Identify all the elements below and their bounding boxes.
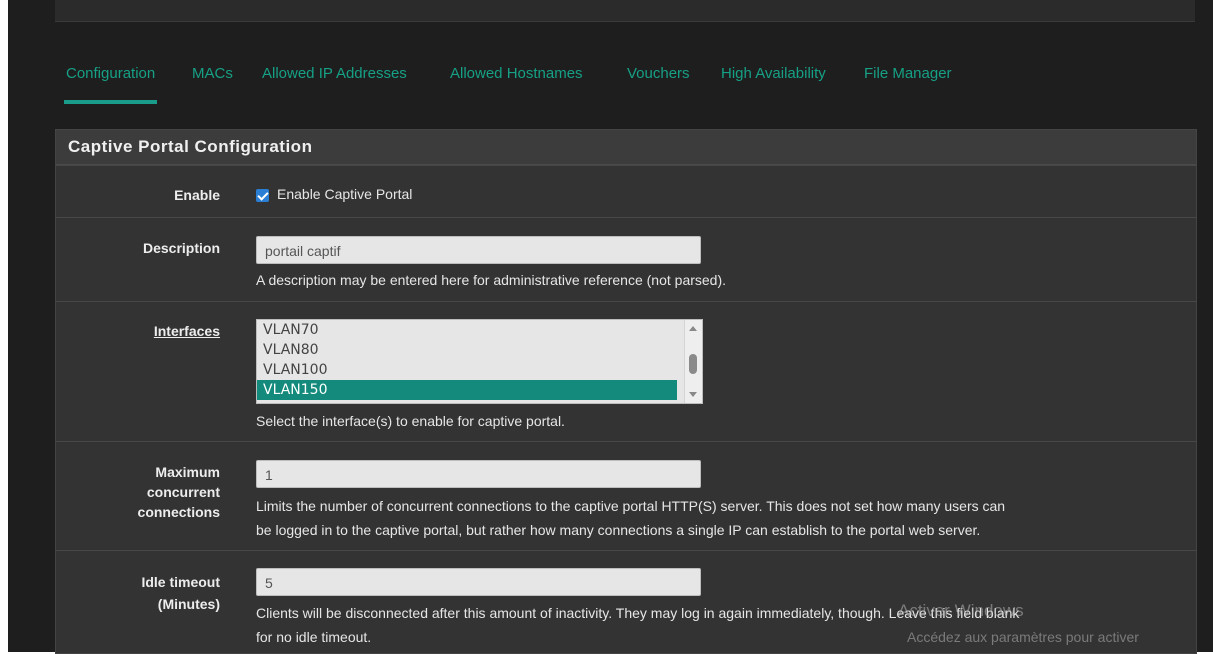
tab-allowed-ip-addresses[interactable]: Allowed IP Addresses xyxy=(262,46,407,104)
tab-file-manager[interactable]: File Manager xyxy=(864,46,952,104)
enable-label: Enable xyxy=(174,187,220,203)
idle-timeout-label-line: Idle timeout xyxy=(141,574,220,590)
description-input[interactable]: portail captif xyxy=(256,236,701,264)
tab-bar: Configuration MACs Allowed IP Addresses … xyxy=(55,46,1055,104)
max-connections-help: Limits the number of concurrent connecti… xyxy=(256,494,1005,542)
scroll-thumb[interactable] xyxy=(689,354,697,374)
description-label: Description xyxy=(142,240,220,256)
idle-timeout-input[interactable]: 5 xyxy=(256,568,701,596)
enable-checkbox-label: Enable Captive Portal xyxy=(277,186,413,202)
tab-macs[interactable]: MACs xyxy=(192,46,233,104)
tab-allowed-hostnames[interactable]: Allowed Hostnames xyxy=(450,46,583,104)
enable-row: Enable Enable Captive Portal xyxy=(56,165,1196,217)
max-connections-label-line: Maximum xyxy=(155,464,220,480)
top-bar xyxy=(55,0,1195,22)
tab-configuration[interactable]: Configuration xyxy=(63,46,158,104)
idle-timeout-help-line: for no idle timeout. xyxy=(256,629,372,645)
interface-option[interactable]: VLAN80 xyxy=(257,340,677,360)
max-connections-help-line: be logged in to the captive portal, but … xyxy=(256,522,981,538)
max-connections-label: Maximum concurrent connections xyxy=(56,462,220,522)
scroll-down-icon[interactable] xyxy=(689,392,697,397)
tab-high-availability[interactable]: High Availability xyxy=(721,46,826,104)
description-row: Description portail captif A description… xyxy=(56,217,1196,301)
windows-activation-watermark: Activer Windows xyxy=(898,601,1024,620)
enable-checkbox-group[interactable]: Enable Captive Portal xyxy=(256,186,412,202)
max-connections-input[interactable]: 1 xyxy=(256,460,701,488)
captive-portal-panel: Captive Portal Configuration Enable Enab… xyxy=(55,129,1197,654)
interfaces-scrollbar[interactable] xyxy=(684,320,702,403)
enable-checkbox[interactable] xyxy=(256,188,269,202)
interfaces-label[interactable]: Interfaces xyxy=(56,323,220,339)
interfaces-select[interactable]: VLAN70 VLAN80 VLAN100 VLAN150 xyxy=(256,319,703,404)
tab-vouchers[interactable]: Vouchers xyxy=(627,46,690,104)
interfaces-row: Interfaces VLAN70 VLAN80 VLAN100 VLAN150… xyxy=(56,301,1196,441)
interface-option[interactable]: VLAN100 xyxy=(257,360,677,380)
max-connections-row: Maximum concurrent connections 1 Limits … xyxy=(56,441,1196,550)
max-connections-label-line: concurrent xyxy=(146,484,220,500)
idle-timeout-label-line: (Minutes) xyxy=(157,596,220,612)
max-connections-help-line: Limits the number of concurrent connecti… xyxy=(256,498,1006,514)
windows-activation-subtext: Accédez aux paramètres pour activer xyxy=(907,629,1139,645)
description-help: A description may be entered here for ad… xyxy=(256,272,727,288)
interface-option[interactable]: VLAN70 xyxy=(257,320,677,340)
interfaces-help: Select the interface(s) to enable for ca… xyxy=(256,413,565,429)
max-connections-label-line: connections xyxy=(137,504,220,520)
panel-title: Captive Portal Configuration xyxy=(56,130,1196,165)
scroll-up-icon[interactable] xyxy=(689,326,697,331)
idle-timeout-label: Idle timeout (Minutes) xyxy=(56,571,220,615)
interface-option-selected[interactable]: VLAN150 xyxy=(257,380,677,400)
